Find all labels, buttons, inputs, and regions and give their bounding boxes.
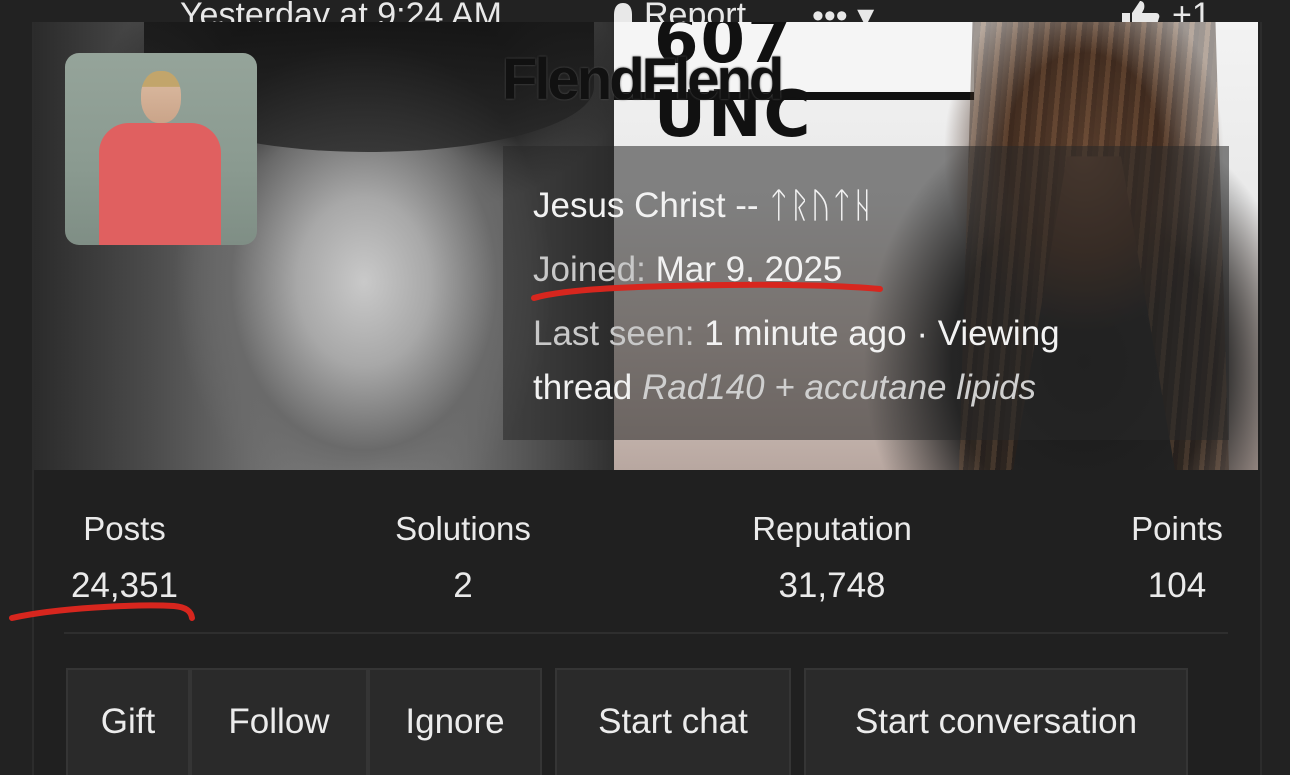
stat-value: 104	[1147, 566, 1207, 605]
stat-reputation[interactable]: Reputation 31,748	[742, 510, 922, 606]
last-seen-value: 1 minute ago · Viewing	[704, 314, 1060, 353]
stat-label: Points	[1131, 510, 1223, 547]
viewing-thread: thread Rad140 + accutane lipids	[533, 368, 1036, 408]
last-seen-label: Last seen:	[533, 314, 695, 353]
user-title: Jesus Christ -- ᛏᚱᚢᛏᚺ	[533, 186, 874, 225]
divider	[64, 632, 1228, 634]
ignore-button[interactable]: Ignore	[368, 668, 542, 775]
profile-page: Yesterday at 9:24 AM Report ••• ▾ +1 607…	[0, 0, 1290, 775]
stat-solutions[interactable]: Solutions 2	[388, 510, 538, 606]
thread-link[interactable]: Rad140 + accutane lipids	[642, 368, 1036, 407]
start-conversation-button[interactable]: Start conversation	[804, 668, 1188, 775]
follow-button[interactable]: Follow	[190, 668, 368, 775]
last-seen: Last seen: 1 minute ago · Viewing	[533, 314, 1060, 354]
stat-value: 2	[453, 566, 473, 605]
stat-value: 31,748	[778, 566, 886, 605]
gift-button[interactable]: Gift	[66, 668, 190, 775]
stat-label: Reputation	[752, 510, 912, 547]
stat-label: Solutions	[395, 510, 531, 547]
stat-label: Posts	[83, 510, 166, 547]
thread-prefix: thread	[533, 368, 633, 407]
annotation-underline-joined	[531, 281, 883, 301]
stat-points[interactable]: Points 104	[1122, 510, 1232, 606]
profile-banner: 607 UNC FlendFlend Jesus Christ -- ᛏᚱᚢᛏᚺ…	[34, 22, 1258, 470]
annotation-underline-posts	[9, 602, 195, 621]
profile-card: 607 UNC FlendFlend Jesus Christ -- ᛏᚱᚢᛏᚺ…	[32, 22, 1262, 775]
username[interactable]: FlendFlend	[502, 46, 784, 113]
stat-posts[interactable]: Posts 24,351	[62, 510, 187, 606]
profile-stats: Posts 24,351 Solutions 2 Reputation 31,7…	[34, 470, 1258, 650]
avatar[interactable]	[65, 53, 257, 245]
start-chat-button[interactable]: Start chat	[555, 668, 791, 775]
